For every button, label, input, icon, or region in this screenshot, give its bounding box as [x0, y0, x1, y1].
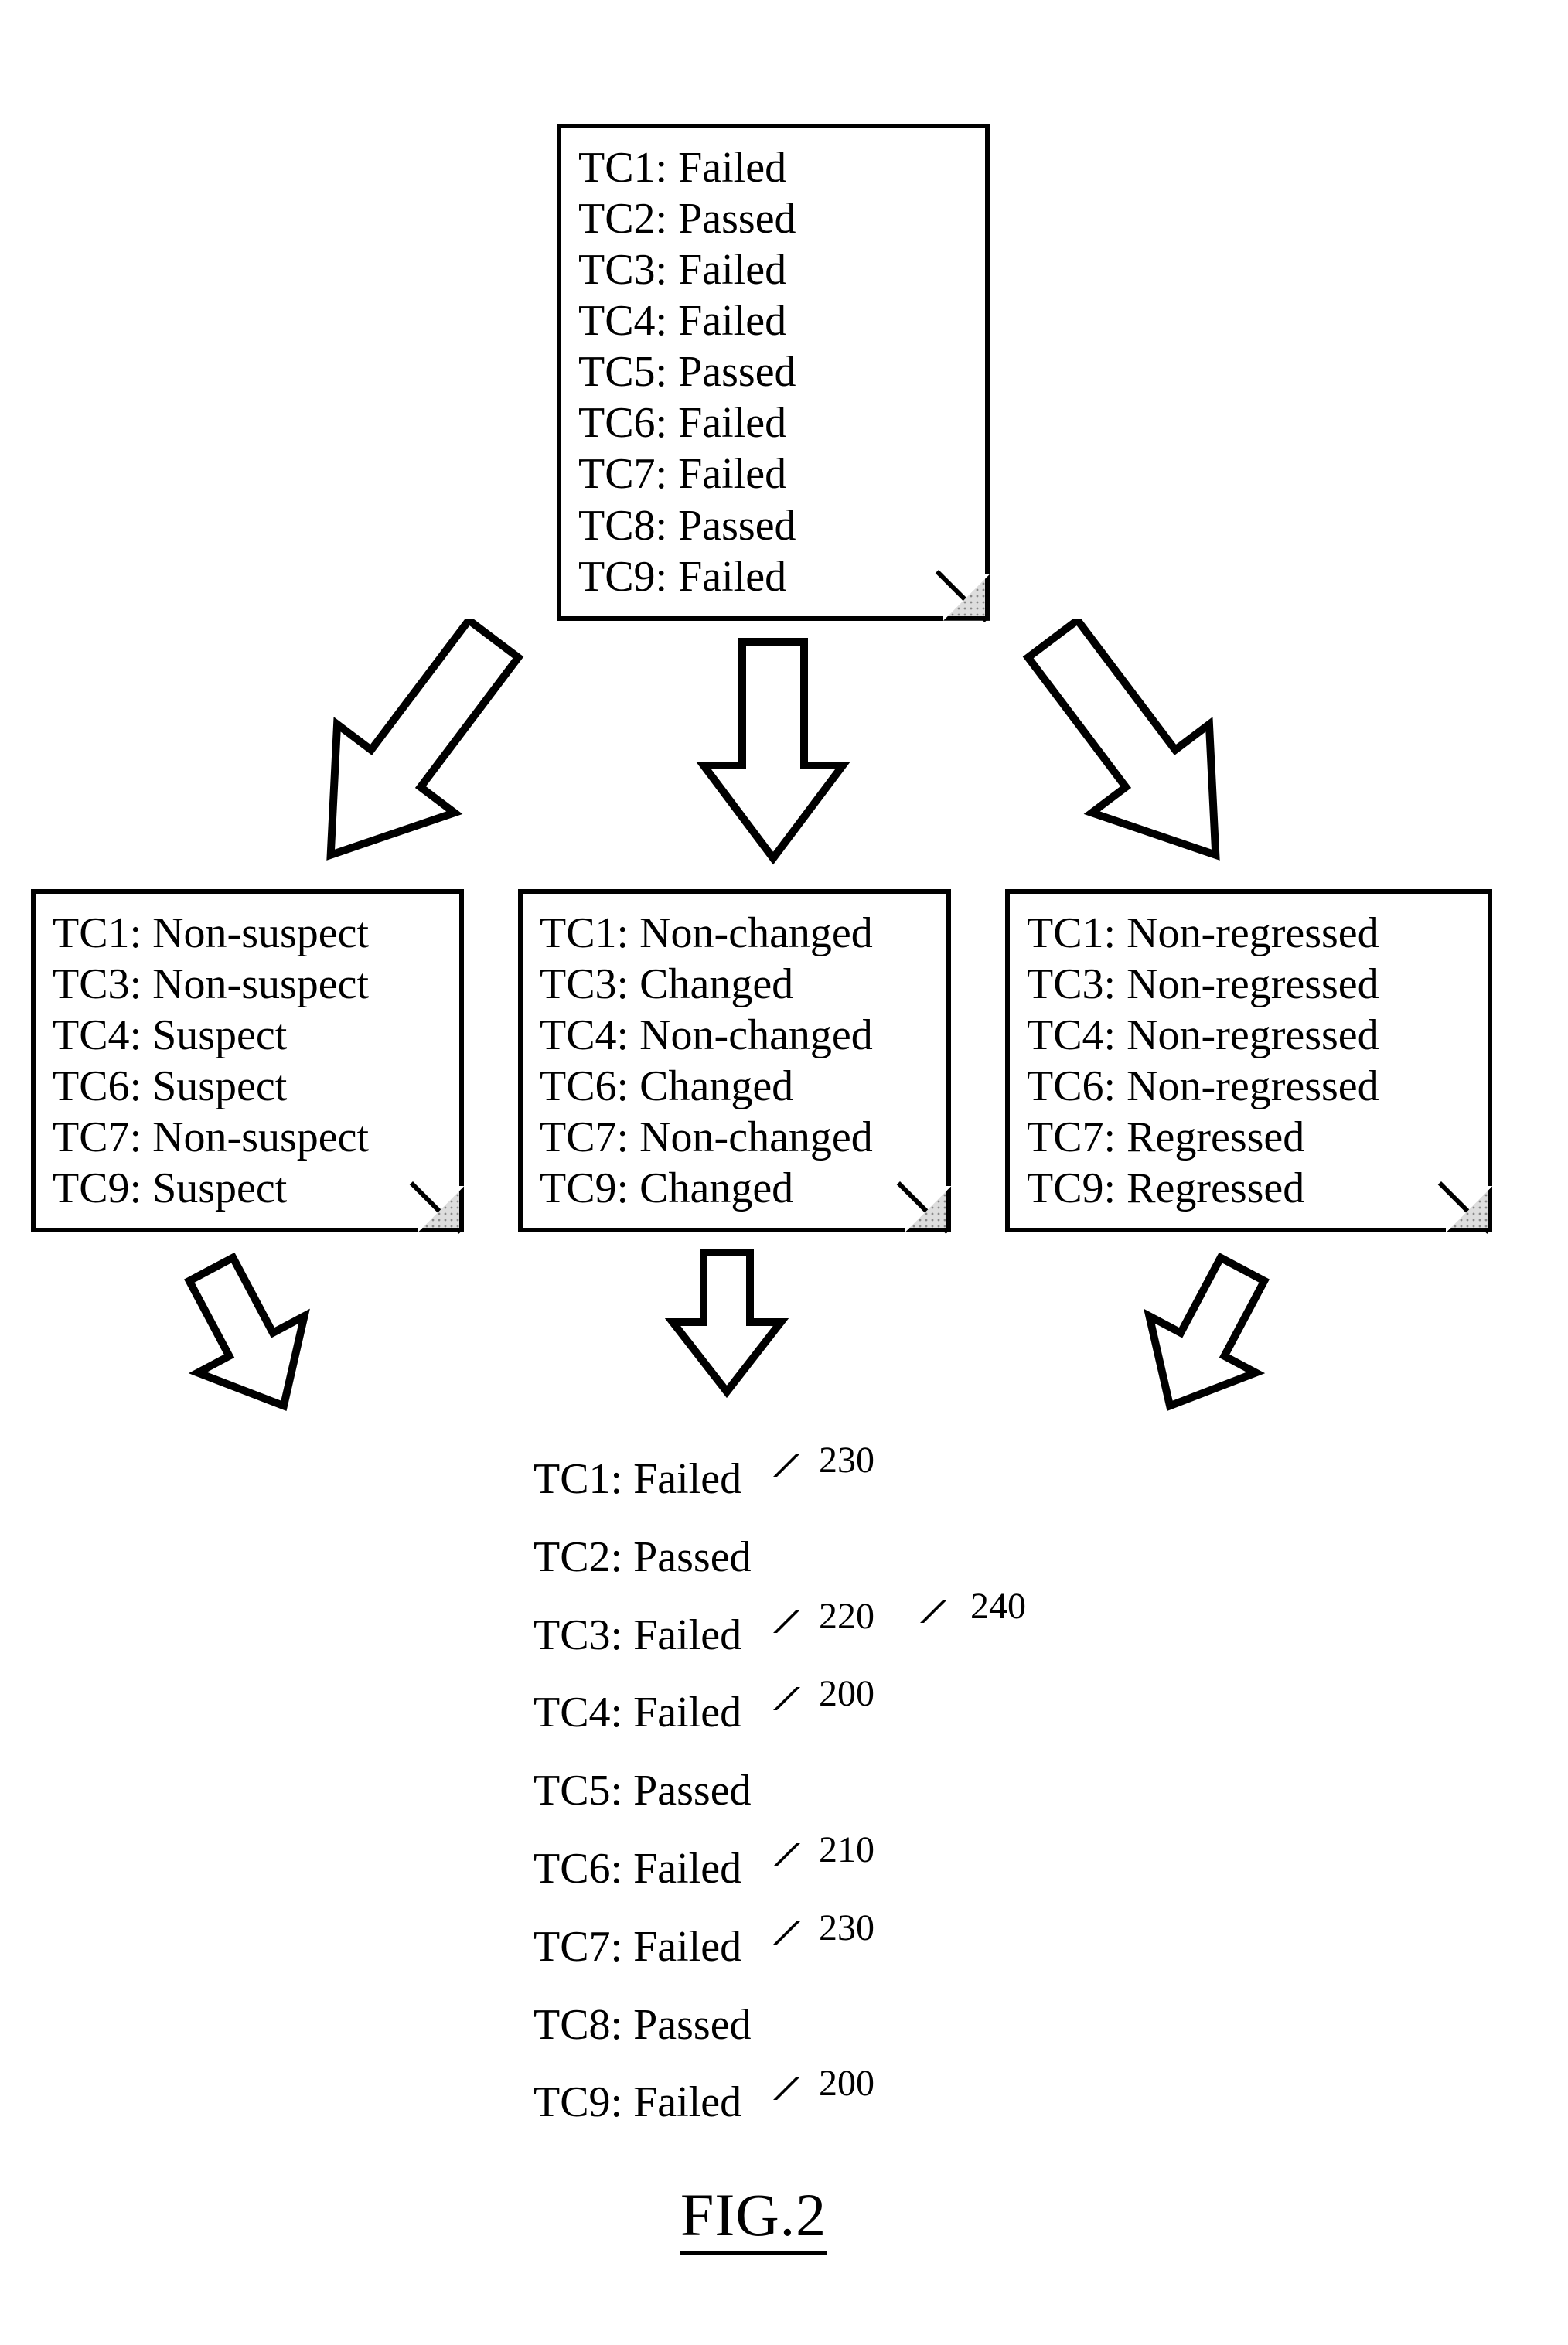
doc-row: TC6: Changed [540, 1061, 929, 1112]
doc-row: TC9: Suspect [53, 1163, 442, 1214]
doc-row: TC7: Non-suspect [53, 1112, 442, 1163]
diagram-canvas: TC1: FailedTC2: PassedTC3: FailedTC4: Fa… [0, 0, 1568, 2345]
doc-row: TC7: Regressed [1027, 1112, 1471, 1163]
ref-240: 240 [920, 1585, 1026, 1628]
doc-row: TC8: Passed [578, 500, 968, 551]
doc-row: TC1: Non-regressed [1027, 908, 1471, 959]
ref-label: 230 [773, 1432, 874, 1489]
doc-row: TC1: Failed [578, 142, 968, 193]
doc-row: TC3: Changed [540, 959, 929, 1010]
ref-label: 200 [773, 1665, 874, 1723]
changed-doc: TC1: Non-changedTC3: ChangedTC4: Non-cha… [518, 889, 951, 1232]
doc-row: TC7: Non-changed [540, 1112, 929, 1163]
doc-row: TC6: Suspect [53, 1061, 442, 1112]
arrow-small-center-icon [665, 1245, 789, 1399]
result-row: TC4: Failed200 [533, 1679, 1028, 1747]
result-row: TC6: Failed210 [533, 1835, 1028, 1903]
doc-row: TC9: Regressed [1027, 1163, 1471, 1214]
doc-row: TC1: Non-changed [540, 908, 929, 959]
doc-row: TC5: Passed [578, 346, 968, 397]
result-row: TC7: Failed230 [533, 1914, 1028, 1981]
figure-caption: FIG.2 [680, 2180, 827, 2250]
result-row: TC9: Failed200 [533, 2069, 1028, 2136]
arrow-down-right-icon [974, 619, 1299, 881]
top-results-doc: TC1: FailedTC2: PassedTC3: FailedTC4: Fa… [557, 124, 990, 621]
suspect-doc: TC1: Non-suspectTC3: Non-suspectTC4: Sus… [31, 889, 464, 1232]
doc-row: TC6: Failed [578, 397, 968, 448]
ref-label: 230 [773, 1900, 874, 1957]
final-result-list: TC1: Failed230TC2: PassedTC3: Failed220T… [533, 1446, 1028, 2147]
doc-row: TC4: Failed [578, 295, 968, 346]
result-row: TC2: Passed [533, 1524, 1028, 1591]
arrow-down-left-icon [247, 619, 572, 881]
doc-row: TC3: Non-regressed [1027, 959, 1471, 1010]
doc-row: TC4: Suspect [53, 1010, 442, 1061]
result-row: TC8: Passed [533, 1992, 1028, 2059]
doc-row: TC4: Non-changed [540, 1010, 929, 1061]
ref-label: 210 [773, 1822, 874, 1879]
figure-caption-text: FIG.2 [680, 2181, 827, 2255]
doc-row: TC7: Failed [578, 448, 968, 499]
ref-label: 220 [773, 1588, 874, 1645]
doc-row: TC1: Non-suspect [53, 908, 442, 959]
arrow-small-left-icon [170, 1253, 325, 1423]
doc-row: TC9: Changed [540, 1163, 929, 1214]
result-row: TC1: Failed230 [533, 1446, 1028, 1513]
doc-row: TC4: Non-regressed [1027, 1010, 1471, 1061]
doc-row: TC9: Failed [578, 551, 968, 602]
arrow-small-right-icon [1129, 1253, 1283, 1423]
result-row: TC5: Passed [533, 1757, 1028, 1825]
arrow-down-center-icon [696, 634, 850, 866]
doc-row: TC6: Non-regressed [1027, 1061, 1471, 1112]
doc-row: TC3: Non-suspect [53, 959, 442, 1010]
ref-label: 200 [773, 2055, 874, 2112]
doc-row: TC2: Passed [578, 193, 968, 244]
doc-row: TC3: Failed [578, 244, 968, 295]
regressed-doc: TC1: Non-regressedTC3: Non-regressedTC4:… [1005, 889, 1492, 1232]
